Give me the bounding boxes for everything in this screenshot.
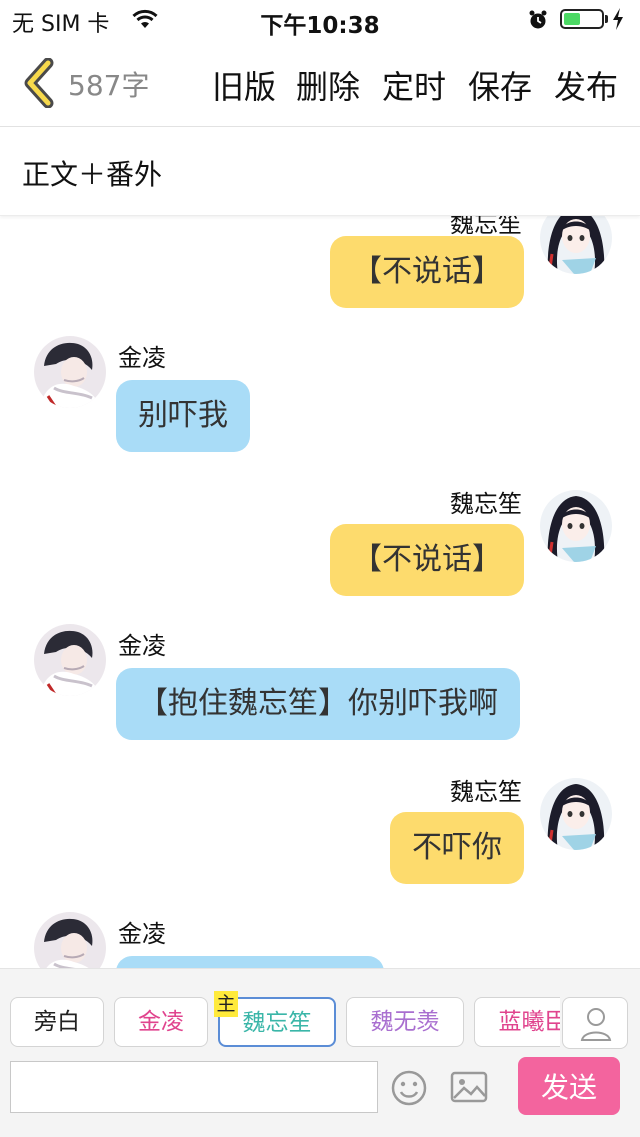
message-bubble[interactable] <box>116 956 384 968</box>
character-label: 旁白 <box>34 1009 80 1035</box>
message-bubble[interactable]: 【抱住魏忘笙】你别吓我啊 <box>116 668 520 740</box>
character-label: 魏无羡 <box>370 1009 440 1035</box>
message-bubble[interactable]: 【不说话】 <box>330 236 524 308</box>
old-version-button[interactable]: 旧版 <box>212 62 276 108</box>
message-bubble[interactable]: 【不说话】 <box>330 524 524 596</box>
chapter-header[interactable]: 正文＋番外 <box>0 127 640 216</box>
back-chevron-icon[interactable] <box>18 58 58 108</box>
emoji-icon[interactable] <box>390 1069 428 1107</box>
delete-button[interactable]: 删除 <box>296 62 360 108</box>
speaker-name: 魏忘笙 <box>450 778 522 806</box>
character-chip-weiwuxian[interactable]: 魏无羡 <box>346 997 464 1047</box>
avatar[interactable] <box>34 624 106 696</box>
main-character-badge: 主 <box>214 991 238 1017</box>
character-chip-jinling[interactable]: 金凌 <box>114 997 208 1047</box>
avatar[interactable] <box>540 490 612 562</box>
person-icon <box>580 1008 612 1041</box>
chapter-title: 正文＋番外 <box>22 158 163 191</box>
speaker-name: 金凌 <box>118 632 166 660</box>
composer-panel: 旁白 金凌 魏忘笙 魏无羡 蓝曦臣 主 发送 <box>0 968 640 1137</box>
word-count: 587字 <box>68 69 150 102</box>
character-chip-narration[interactable]: 旁白 <box>10 997 104 1047</box>
send-button[interactable]: 发送 <box>518 1057 620 1115</box>
battery-icon <box>560 9 604 29</box>
message-input[interactable] <box>10 1061 378 1113</box>
character-label: 魏忘笙 <box>242 1010 312 1036</box>
message-bubble[interactable]: 别吓我 <box>116 380 250 452</box>
avatar[interactable] <box>540 216 612 274</box>
character-selector[interactable]: 旁白 金凌 魏忘笙 魏无羡 蓝曦臣 主 <box>0 991 560 1051</box>
speaker-name: 金凌 <box>118 920 166 948</box>
message-bubble[interactable]: 不吓你 <box>390 812 524 884</box>
character-label: 蓝曦臣 <box>498 1009 561 1035</box>
save-button[interactable]: 保存 <box>468 62 532 108</box>
status-bar: 无 SIM 卡 下午10:38 <box>0 0 640 40</box>
speaker-name: 金凌 <box>118 344 166 372</box>
avatar[interactable] <box>34 912 106 968</box>
avatar[interactable] <box>540 778 612 850</box>
character-label: 金凌 <box>138 1009 184 1035</box>
character-chip-lanxichen[interactable]: 蓝曦臣 <box>474 997 560 1047</box>
top-nav-bar: 587字 旧版 删除 定时 保存 发布 <box>0 40 640 127</box>
battery-tip <box>605 15 608 23</box>
charging-bolt-icon <box>613 8 623 30</box>
speaker-name: 魏忘笙 <box>450 490 522 518</box>
publish-button[interactable]: 发布 <box>554 62 618 108</box>
character-manage-button[interactable] <box>562 997 628 1049</box>
chat-area[interactable]: 魏忘笙 【不说话】 金凌 别吓我 魏忘笙 【不说话】 金凌 【抱住魏忘笙】你别吓… <box>0 216 640 968</box>
battery-level <box>564 13 580 25</box>
image-icon[interactable] <box>450 1071 488 1105</box>
avatar[interactable] <box>34 336 106 408</box>
schedule-button[interactable]: 定时 <box>382 62 446 108</box>
alarm-icon <box>529 10 547 29</box>
